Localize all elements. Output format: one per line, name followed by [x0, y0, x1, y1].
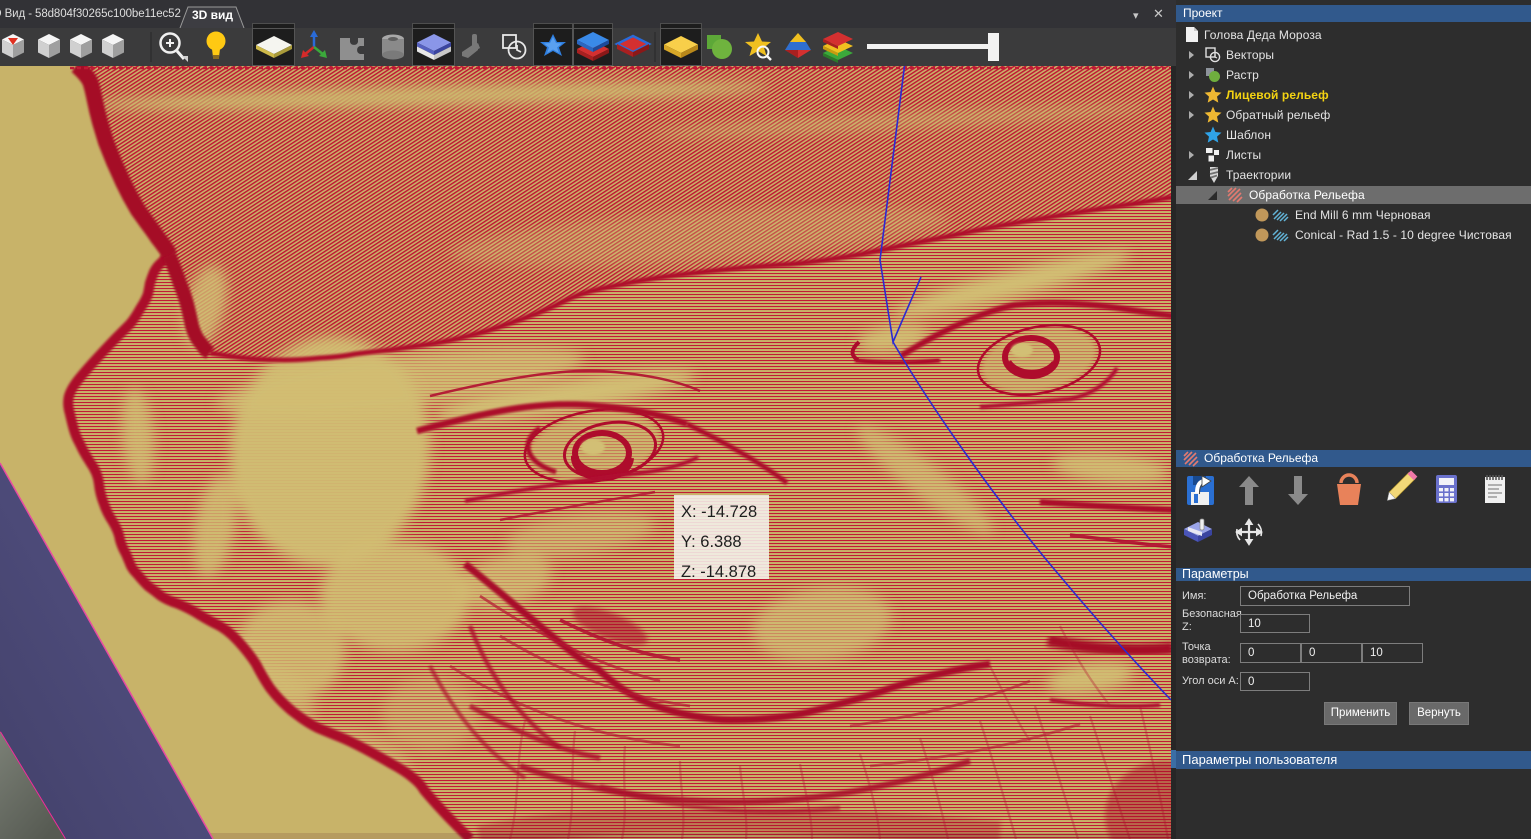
svg-text:Y: 6.388: Y: 6.388 [681, 533, 742, 551]
svg-text:Z: -14.878: Z: -14.878 [681, 563, 756, 581]
svg-text:X: -14.728: X: -14.728 [681, 503, 757, 521]
